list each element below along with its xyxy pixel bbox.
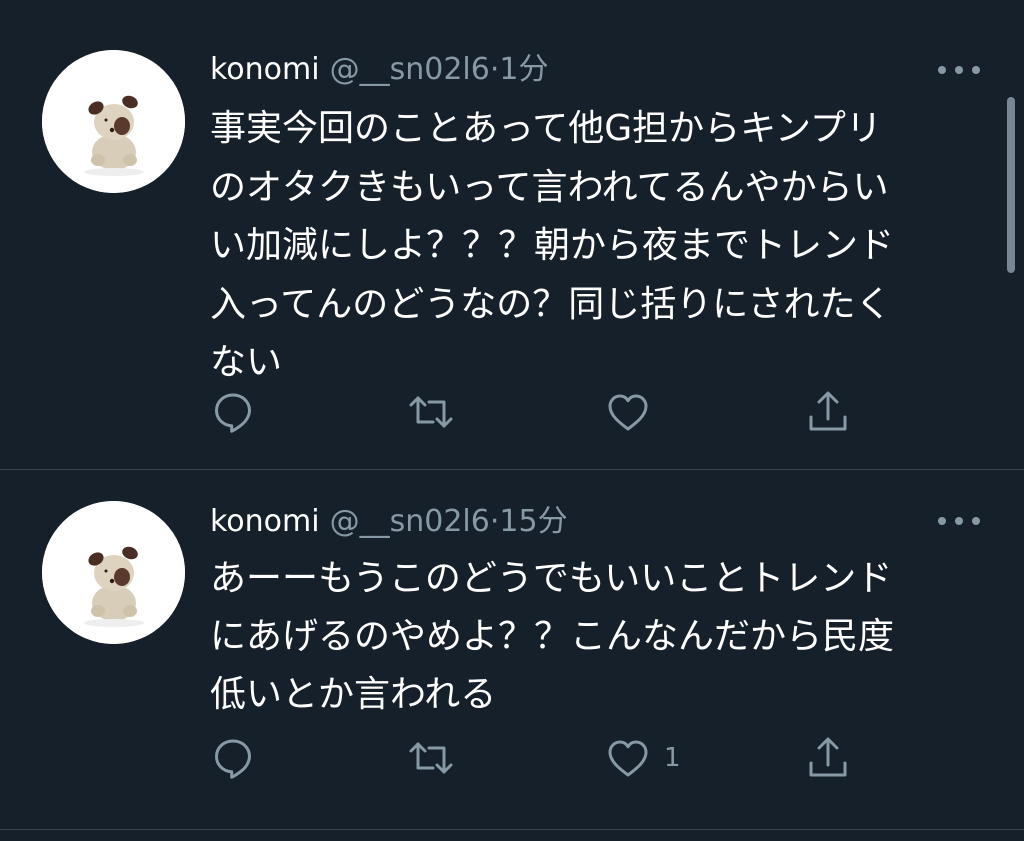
share-icon xyxy=(809,737,847,777)
separator-dot: · xyxy=(489,52,500,87)
display-name[interactable]: konomi xyxy=(210,52,320,87)
more-options-button[interactable] xyxy=(938,66,980,76)
share-button[interactable] xyxy=(806,734,850,782)
stuffed-dog-avatar-icon xyxy=(42,501,185,644)
more-dot xyxy=(955,66,963,74)
tweet-actions xyxy=(210,388,860,436)
user-handle[interactable]: @__sn02l6 xyxy=(330,52,490,87)
more-horizontal-icon xyxy=(938,66,946,74)
timestamp[interactable]: 15分 xyxy=(499,504,567,539)
tweet-text: あーーもうこのどうでもいいことトレンド にあげるのやめよ？？こんなんだから民度 … xyxy=(210,558,895,715)
more-dot xyxy=(972,66,980,74)
avatar[interactable] xyxy=(42,50,185,193)
tweet-header: konomi @__sn02l6·1分 xyxy=(210,48,548,92)
timestamp[interactable]: 1分 xyxy=(499,52,548,87)
more-options-button[interactable] xyxy=(938,517,980,527)
like-button[interactable] xyxy=(606,388,664,436)
reply-icon xyxy=(215,739,251,779)
avatar[interactable] xyxy=(42,501,185,644)
timeline: konomi @__sn02l6·1分 事実今回のことあって他G担からキンプリ の… xyxy=(0,0,1024,841)
more-dot xyxy=(972,517,980,525)
retweet-button[interactable] xyxy=(407,734,455,782)
display-name[interactable]: konomi xyxy=(210,504,320,539)
tweet[interactable]: konomi @__sn02l6·15分 あーーもうこのどうでもいいことトレンド … xyxy=(0,470,1024,829)
more-horizontal-icon xyxy=(938,517,946,525)
like-button[interactable]: 1 xyxy=(606,734,681,782)
more-dot xyxy=(955,517,963,525)
heart-icon xyxy=(608,740,648,777)
user-handle[interactable]: @__sn02l6 xyxy=(330,504,490,539)
tweet[interactable]: konomi @__sn02l6·1分 事実今回のことあって他G担からキンプリ の… xyxy=(0,0,1024,469)
reply-button[interactable] xyxy=(210,734,256,782)
tweet-actions: 1 xyxy=(210,734,860,782)
stuffed-dog-avatar-icon xyxy=(42,50,185,193)
reply-button[interactable] xyxy=(210,388,256,436)
share-button[interactable] xyxy=(806,388,850,436)
scrollbar[interactable] xyxy=(1007,97,1015,273)
divider xyxy=(0,829,1024,830)
retweet-icon xyxy=(409,742,453,774)
tweet-header: konomi @__sn02l6·15分 xyxy=(210,500,568,544)
retweet-button[interactable] xyxy=(407,388,455,436)
reply-icon xyxy=(215,393,251,433)
retweet-icon xyxy=(409,396,453,428)
like-count: 1 xyxy=(664,743,681,773)
tweet-text: 事実今回のことあって他G担からキンプリ のオタクきもいって言われてるんやからい … xyxy=(210,108,895,383)
share-icon xyxy=(809,391,847,431)
heart-icon xyxy=(608,394,648,431)
separator-dot: · xyxy=(489,504,500,539)
